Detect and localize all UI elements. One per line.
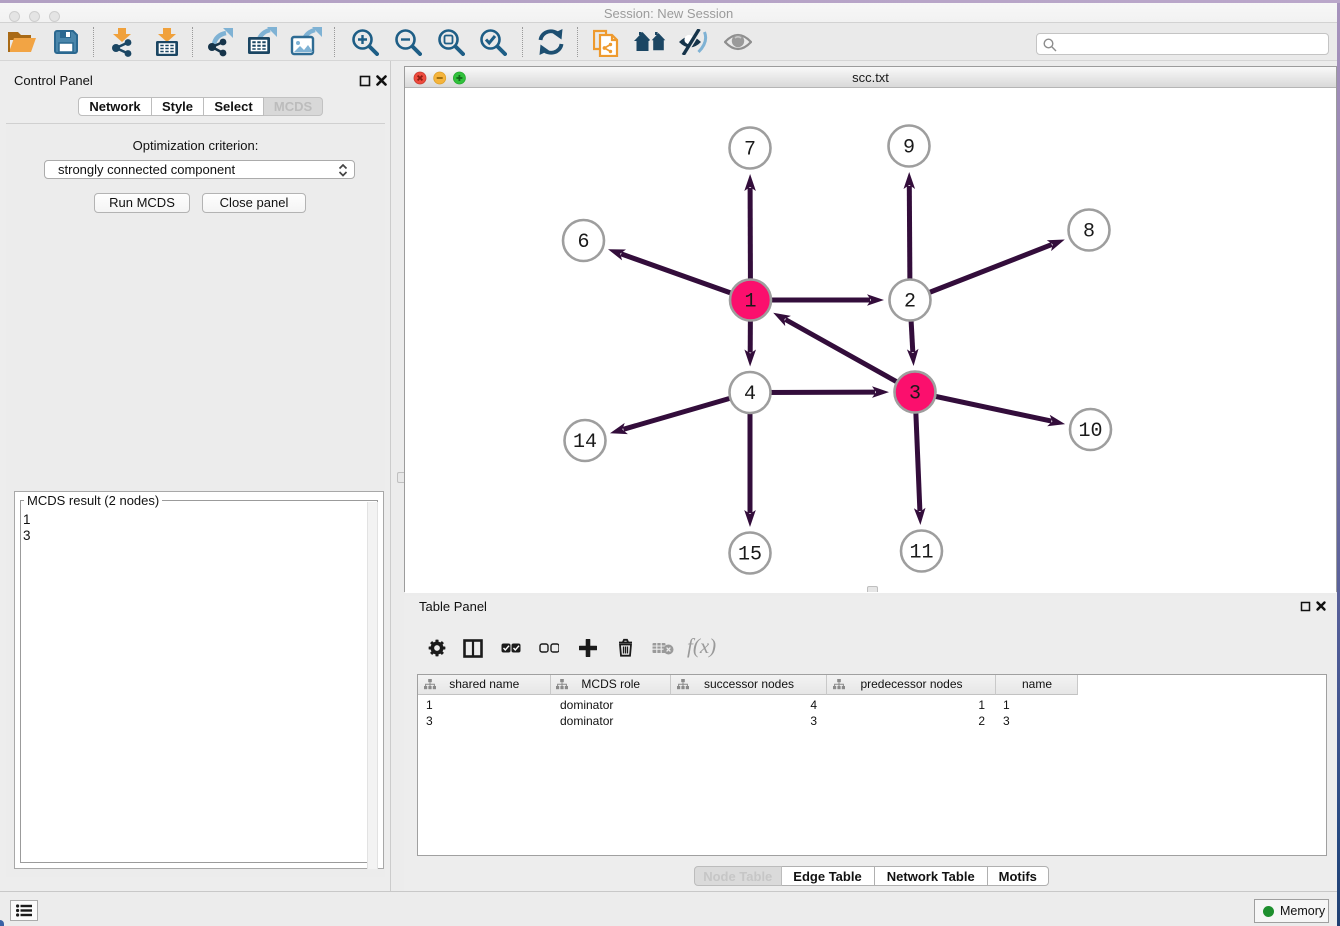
svg-text:1: 1 bbox=[744, 290, 756, 313]
svg-text:4: 4 bbox=[744, 383, 756, 406]
svg-text:2: 2 bbox=[904, 290, 916, 313]
svg-text:3: 3 bbox=[909, 382, 921, 405]
svg-text:14: 14 bbox=[573, 431, 597, 454]
svg-text:8: 8 bbox=[1083, 220, 1095, 243]
svg-text:7: 7 bbox=[744, 138, 756, 161]
svg-text:9: 9 bbox=[903, 136, 915, 159]
svg-text:11: 11 bbox=[909, 541, 933, 564]
svg-text:10: 10 bbox=[1078, 420, 1102, 443]
svg-text:15: 15 bbox=[738, 543, 762, 566]
svg-text:6: 6 bbox=[577, 231, 589, 254]
